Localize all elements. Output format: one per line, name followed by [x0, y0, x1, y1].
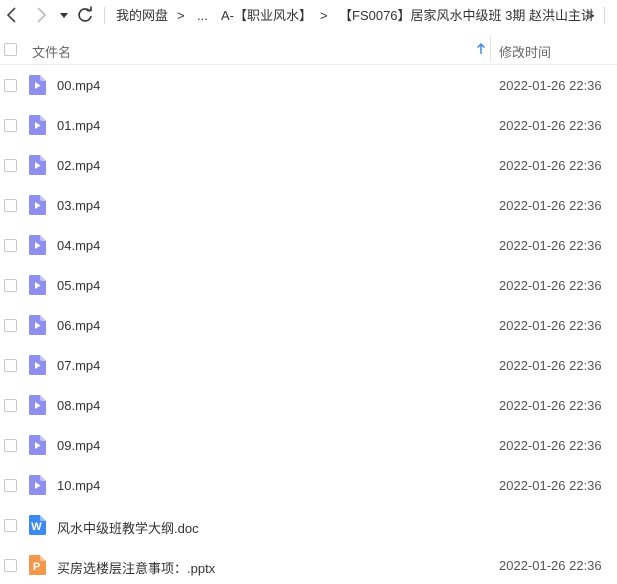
file-name[interactable]: 01.mp4	[57, 118, 100, 133]
chevron-left-icon	[6, 7, 16, 23]
column-header-name[interactable]: 文件名	[32, 42, 71, 61]
video-file-icon	[29, 155, 46, 175]
row-checkbox[interactable]	[4, 359, 17, 372]
toolbar-divider	[604, 7, 605, 24]
sort-ascending-icon[interactable]	[476, 42, 486, 56]
file-modified-time: 2022-01-26 22:36	[499, 318, 602, 333]
file-modified-time: 2022-01-26 22:36	[499, 158, 602, 173]
video-file-icon	[29, 475, 46, 495]
row-checkbox[interactable]	[4, 399, 17, 412]
column-divider[interactable]	[490, 36, 491, 62]
file-row[interactable]: 07.mp4 2022-01-26 22:36	[0, 346, 617, 386]
file-modified-time: 2022-01-26 22:36	[499, 198, 602, 213]
video-file-icon	[29, 75, 46, 95]
video-file-icon	[29, 395, 46, 415]
file-modified-time: 2022-01-26 22:36	[499, 78, 602, 93]
forward-button[interactable]	[33, 6, 49, 24]
file-name[interactable]: 09.mp4	[57, 438, 100, 453]
file-row[interactable]: 09.mp4 2022-01-26 22:36	[0, 426, 617, 466]
file-name[interactable]: 03.mp4	[57, 198, 100, 213]
word-file-icon: W	[29, 515, 46, 535]
breadcrumb-separator: >	[587, 8, 595, 23]
file-modified-time: 2022-01-26 22:36	[499, 118, 602, 133]
ppt-file-icon: P	[29, 555, 46, 575]
column-header-modified[interactable]: 修改时间	[499, 42, 551, 61]
file-modified-time: 2022-01-26 22:36	[499, 558, 602, 573]
row-checkbox[interactable]	[4, 279, 17, 292]
file-name[interactable]: 05.mp4	[57, 278, 100, 293]
file-row[interactable]: 06.mp4 2022-01-26 22:36	[0, 306, 617, 346]
file-row[interactable]: P 买房选楼层注意事项：.pptx 2022-01-26 22:36	[0, 546, 617, 584]
file-badge-letter: W	[31, 521, 42, 533]
caret-down-icon	[60, 13, 68, 18]
row-checkbox[interactable]	[4, 119, 17, 132]
row-checkbox[interactable]	[4, 519, 17, 532]
file-row[interactable]: 03.mp4 2022-01-26 22:36	[0, 186, 617, 226]
row-checkbox[interactable]	[4, 79, 17, 92]
row-checkbox[interactable]	[4, 239, 17, 252]
file-row[interactable]: 01.mp4 2022-01-26 22:36	[0, 106, 617, 146]
file-name[interactable]: 04.mp4	[57, 238, 100, 253]
row-checkbox[interactable]	[4, 479, 17, 492]
row-checkbox[interactable]	[4, 199, 17, 212]
file-name[interactable]: 02.mp4	[57, 158, 100, 173]
file-modified-time: 2022-01-26 22:36	[499, 358, 602, 373]
file-name[interactable]: 00.mp4	[57, 78, 100, 93]
file-row[interactable]: 10.mp4 2022-01-26 22:36	[0, 466, 617, 506]
file-name[interactable]: 08.mp4	[57, 398, 100, 413]
refresh-icon	[78, 6, 92, 22]
row-checkbox[interactable]	[4, 159, 17, 172]
file-modified-time: 2022-01-26 22:36	[499, 438, 602, 453]
video-file-icon	[29, 275, 46, 295]
video-file-icon	[29, 355, 46, 375]
toolbar-divider	[104, 7, 105, 24]
back-button[interactable]	[4, 6, 20, 24]
file-modified-time: 2022-01-26 22:36	[499, 398, 602, 413]
breadcrumb-folder-career[interactable]: A-【职业风水】	[221, 8, 312, 23]
file-row[interactable]: W 风水中级班教学大纲.doc	[0, 506, 617, 546]
video-file-icon	[29, 435, 46, 455]
toolbar: 我的网盘 > ... A-【职业风水】 > 【FS0076】居家风水中级班 3期…	[0, 0, 617, 31]
refresh-button[interactable]	[76, 6, 94, 24]
file-modified-time: 2022-01-26 22:36	[499, 278, 602, 293]
video-file-icon	[29, 235, 46, 255]
file-modified-time: 2022-01-26 22:36	[499, 238, 602, 253]
video-file-icon	[29, 115, 46, 135]
file-list-header: 文件名 修改时间	[0, 33, 617, 65]
file-name[interactable]: 10.mp4	[57, 478, 100, 493]
file-name[interactable]: 07.mp4	[57, 358, 100, 373]
breadcrumb-separator: >	[320, 8, 328, 23]
history-dropdown-button[interactable]	[58, 9, 70, 21]
file-badge-letter: P	[33, 561, 40, 573]
file-row[interactable]: 04.mp4 2022-01-26 22:36	[0, 226, 617, 266]
file-row[interactable]: 05.mp4 2022-01-26 22:36	[0, 266, 617, 306]
select-all-checkbox[interactable]	[4, 43, 17, 56]
file-name[interactable]: 06.mp4	[57, 318, 100, 333]
breadcrumb-home[interactable]: 我的网盘	[116, 8, 168, 23]
file-row[interactable]: 00.mp4 2022-01-26 22:36	[0, 66, 617, 106]
file-row[interactable]: 08.mp4 2022-01-26 22:36	[0, 386, 617, 426]
row-checkbox[interactable]	[4, 559, 17, 572]
file-name[interactable]: 买房选楼层注意事项：.pptx	[57, 558, 215, 577]
row-checkbox[interactable]	[4, 439, 17, 452]
video-file-icon	[29, 195, 46, 215]
video-file-icon	[29, 315, 46, 335]
file-modified-time: 2022-01-26 22:36	[499, 478, 602, 493]
row-checkbox[interactable]	[4, 319, 17, 332]
file-row[interactable]: 02.mp4 2022-01-26 22:36	[0, 146, 617, 186]
breadcrumb-ellipsis[interactable]: ...	[197, 8, 208, 23]
breadcrumb-folder-course[interactable]: 【FS0076】居家风水中级班 3期 赵洪山主讲	[339, 8, 594, 23]
file-name[interactable]: 风水中级班教学大纲.doc	[57, 518, 199, 537]
chevron-right-icon	[37, 7, 47, 23]
breadcrumb-separator: >	[177, 8, 185, 23]
